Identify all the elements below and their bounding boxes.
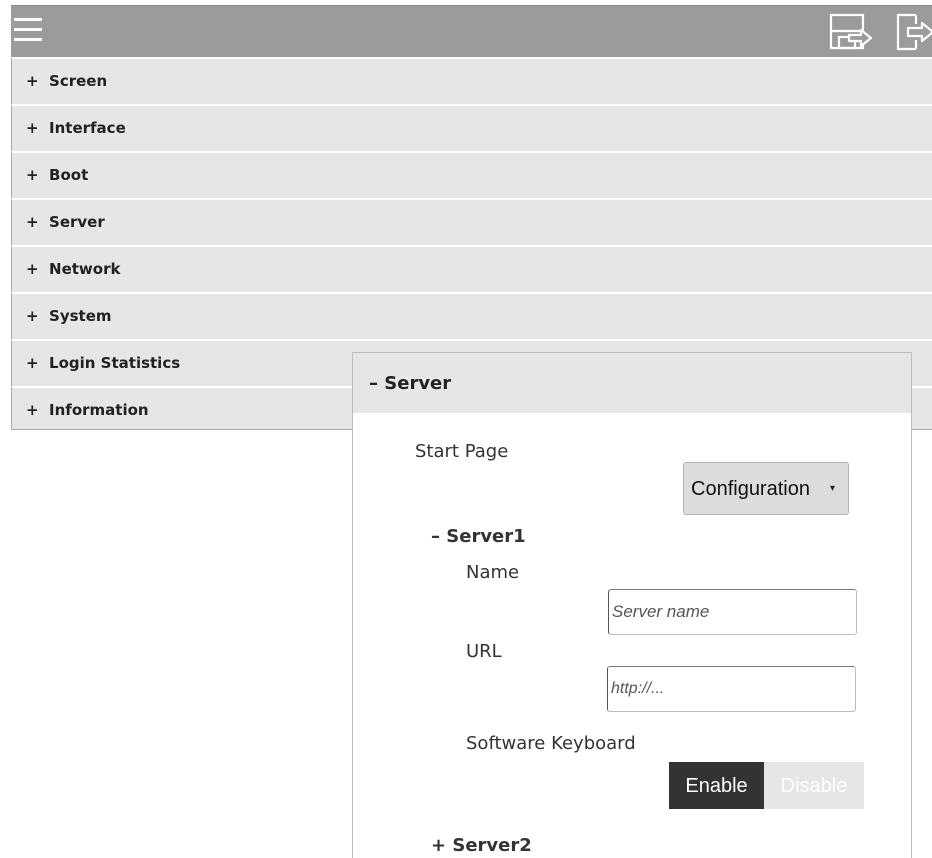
app-root: + Screen + Interface + Boot + Server + N…: [0, 0, 932, 858]
keyboard-disable-button[interactable]: Disable: [764, 762, 864, 809]
menu-item-server[interactable]: + Server: [11, 198, 932, 245]
menu-item-label: Interface: [49, 119, 126, 137]
dropdown-caret-icon: ▾: [830, 483, 836, 494]
enable-label: Enable: [685, 775, 748, 797]
server-url-input[interactable]: [607, 666, 856, 712]
expand-icon: +: [26, 166, 39, 184]
start-page-value: Configuration: [691, 478, 810, 500]
server-panel: – Server Start Page Configuration ▾ – Se…: [352, 352, 912, 858]
expand-icon: +: [26, 119, 39, 137]
top-bar: [11, 5, 932, 57]
name-label: Name: [466, 562, 520, 583]
keyboard-enable-button[interactable]: Enable: [669, 762, 764, 809]
software-keyboard-label: Software Keyboard: [466, 733, 636, 754]
start-page-select[interactable]: Configuration ▾: [683, 462, 849, 515]
menu-item-system[interactable]: + System: [11, 292, 932, 339]
menu-item-screen[interactable]: + Screen: [11, 57, 932, 104]
menu-item-network[interactable]: + Network: [11, 245, 932, 292]
menu-item-label: Screen: [49, 72, 108, 90]
menu-item-label: System: [49, 307, 112, 325]
server2-section-title[interactable]: + Server2: [431, 835, 532, 856]
hamburger-menu-icon[interactable]: [14, 16, 42, 44]
menu-item-label: Server: [49, 213, 105, 231]
disable-label: Disable: [780, 775, 848, 797]
menu-item-label: Network: [49, 260, 121, 278]
expand-icon: +: [26, 307, 39, 325]
server-panel-header[interactable]: – Server: [353, 353, 911, 413]
menu-item-interface[interactable]: + Interface: [11, 104, 932, 151]
server1-section-title[interactable]: – Server1: [431, 526, 526, 547]
start-page-label: Start Page: [415, 441, 509, 462]
menu-item-label: Information: [49, 401, 149, 419]
url-label: URL: [466, 641, 502, 662]
expand-icon: +: [26, 354, 39, 372]
menu-item-boot[interactable]: + Boot: [11, 151, 932, 198]
logout-icon[interactable]: [894, 12, 932, 52]
menu-item-label: Boot: [49, 166, 89, 184]
expand-icon: +: [26, 72, 39, 90]
save-exit-icon[interactable]: [827, 12, 875, 52]
server-panel-title: – Server: [369, 373, 452, 394]
server-name-input[interactable]: [608, 589, 857, 635]
expand-icon: +: [26, 260, 39, 278]
expand-icon: +: [26, 401, 39, 419]
expand-icon: +: [26, 213, 39, 231]
menu-item-label: Login Statistics: [49, 354, 181, 372]
